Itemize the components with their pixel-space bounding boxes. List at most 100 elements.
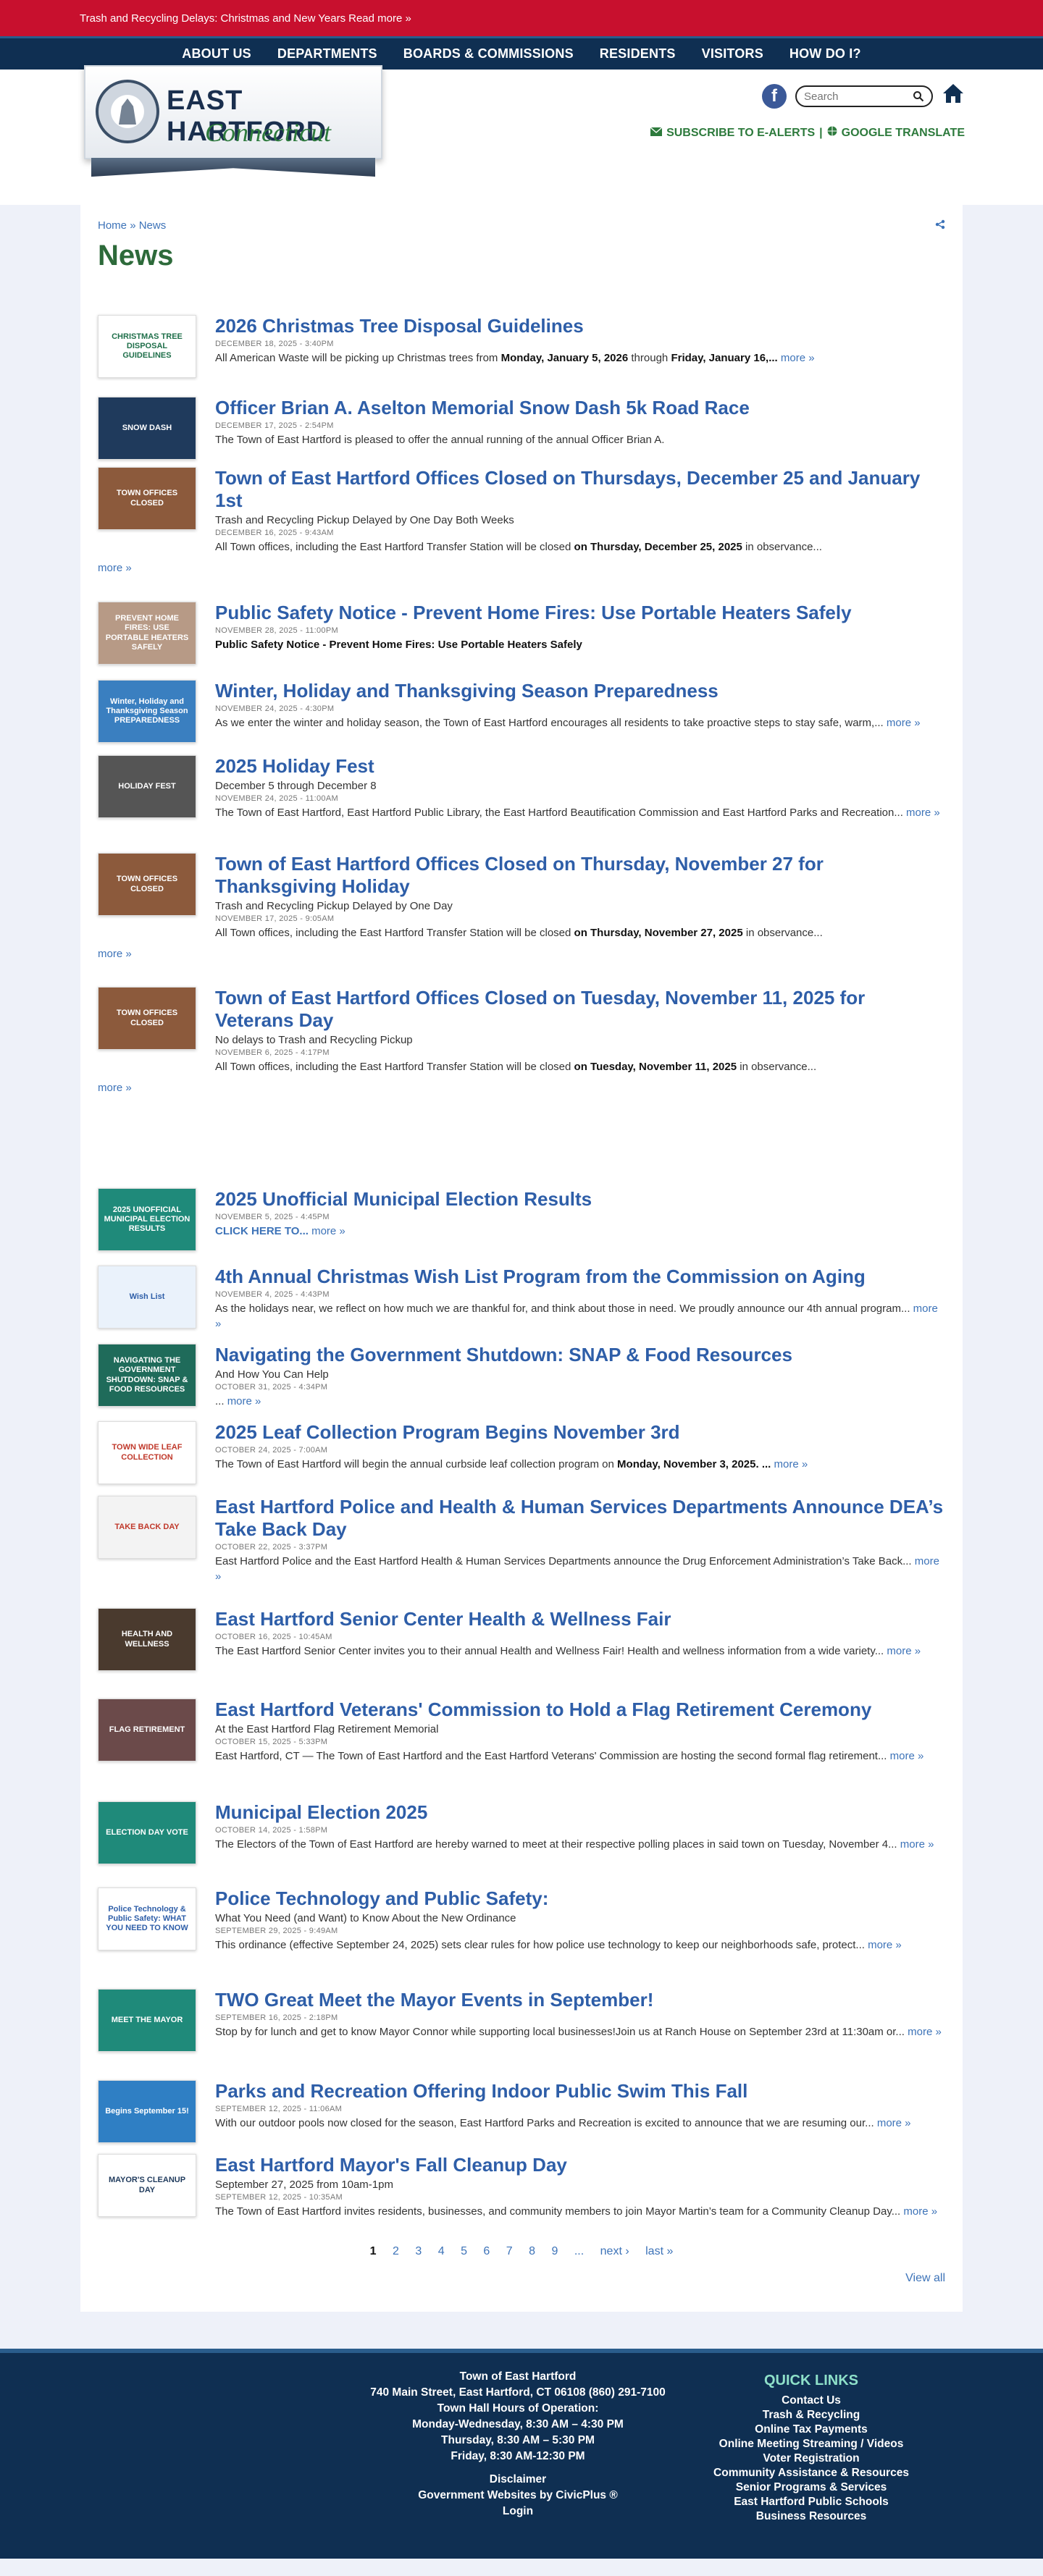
news-title-link[interactable]: Police Technology and Public Safety: <box>215 1887 945 1910</box>
breadcrumb-news[interactable]: News <box>139 219 167 232</box>
news-more-link[interactable]: more » <box>774 1458 808 1470</box>
news-teaser-link[interactable]: CLICK HERE TO... <box>215 1225 309 1237</box>
news-thumbnail[interactable]: TOWN OFFICES CLOSED <box>98 467 196 530</box>
quick-link-senior-programs[interactable]: Senior Programs & Services <box>703 2480 920 2495</box>
quick-link-voter-registration[interactable]: Voter Registration <box>703 2451 920 2466</box>
page-9[interactable]: 9 <box>552 2245 558 2257</box>
quick-link-contact-us[interactable]: Contact Us <box>703 2394 920 2408</box>
nav-how-do-i[interactable]: HOW DO I? <box>776 46 874 62</box>
footer-login-link[interactable]: Login <box>340 2504 695 2520</box>
page-8[interactable]: 8 <box>529 2245 535 2257</box>
news-more-link[interactable]: more » <box>887 1645 921 1657</box>
page-3[interactable]: 3 <box>415 2245 422 2257</box>
news-date: SEPTEMBER 12, 2025 - 10:35AM <box>215 2193 343 2202</box>
news-teaser-text: The Town of East Hartford is pleased to … <box>215 434 665 446</box>
news-title-link[interactable]: 4th Annual Christmas Wish List Program f… <box>215 1266 945 1288</box>
last-page-link[interactable]: last » <box>645 2245 673 2257</box>
quick-link-trash-recycling[interactable]: Trash & Recycling <box>703 2408 920 2423</box>
news-more-link[interactable]: more » <box>868 1939 902 1951</box>
news-more-link[interactable]: more » <box>906 807 940 819</box>
news-title-link[interactable]: Public Safety Notice - Prevent Home Fire… <box>215 602 945 624</box>
news-more-link[interactable]: more » <box>311 1225 345 1237</box>
quick-link-community-assistance[interactable]: Community Assistance & Resources <box>703 2466 920 2480</box>
news-thumbnail[interactable]: NAVIGATING THE GOVERNMENT SHUTDOWN: SNAP… <box>98 1344 196 1407</box>
news-more-link[interactable]: more » <box>227 1395 261 1407</box>
page-4[interactable]: 4 <box>438 2245 445 2257</box>
news-thumbnail[interactable]: FLAG RETIREMENT <box>98 1699 196 1761</box>
news-thumbnail[interactable]: TOWN OFFICES CLOSED <box>98 987 196 1050</box>
news-more-link[interactable]: more » <box>98 1082 132 1094</box>
subscribe-e-alerts-link[interactable]: SUBSCRIBE TO E-ALERTS <box>666 127 815 140</box>
news-title-link[interactable]: 2025 Unofficial Municipal Election Resul… <box>215 1188 945 1211</box>
news-title-link[interactable]: East Hartford Senior Center Health & Wel… <box>215 1608 945 1630</box>
page-7[interactable]: 7 <box>506 2245 513 2257</box>
news-title-link[interactable]: Winter, Holiday and Thanksgiving Season … <box>215 680 945 702</box>
quick-link-online-tax-payments[interactable]: Online Tax Payments <box>703 2423 920 2437</box>
google-translate-link[interactable]: GOOGLE TRANSLATE <box>842 127 965 140</box>
page-2[interactable]: 2 <box>393 2245 399 2257</box>
page-6[interactable]: 6 <box>483 2245 490 2257</box>
news-more-link[interactable]: more » <box>877 2117 911 2129</box>
news-title-link[interactable]: East Hartford Veterans' Commission to Ho… <box>215 1699 945 1721</box>
news-thumbnail[interactable]: Winter, Holiday and Thanksgiving Season … <box>98 680 196 743</box>
news-title-link[interactable]: Town of East Hartford Offices Closed on … <box>215 987 945 1032</box>
news-title-link[interactable]: East Hartford Police and Health & Human … <box>215 1496 945 1541</box>
view-all-link[interactable]: View all <box>905 2272 945 2285</box>
news-thumbnail[interactable]: PREVENT HOME FIRES: USE PORTABLE HEATERS… <box>98 602 196 665</box>
nav-residents[interactable]: RESIDENTS <box>587 46 689 62</box>
footer-civicplus-link[interactable]: Government Websites by CivicPlus ® <box>340 2488 695 2504</box>
news-more-link[interactable]: more » <box>890 1750 924 1762</box>
news-title-link[interactable]: Municipal Election 2025 <box>215 1801 945 1824</box>
breadcrumb-home[interactable]: Home <box>98 219 127 232</box>
news-thumbnail[interactable]: Begins September 15! <box>98 2080 196 2143</box>
news-title-link[interactable]: 2026 Christmas Tree Disposal Guidelines <box>215 315 945 337</box>
alert-read-more-link[interactable]: Read more » <box>348 12 411 25</box>
quick-link-public-schools[interactable]: East Hartford Public Schools <box>703 2495 920 2509</box>
nav-boards-commissions[interactable]: BOARDS & COMMISSIONS <box>390 46 587 62</box>
news-more-link[interactable]: more » <box>887 717 921 729</box>
news-teaser-bold: Monday, January 5, 2026 <box>500 352 629 364</box>
share-icon[interactable] <box>935 219 945 232</box>
news-thumbnail[interactable]: 2025 UNOFFICIAL MUNICIPAL ELECTION RESUL… <box>98 1188 196 1251</box>
facebook-icon[interactable]: f <box>762 84 787 109</box>
news-thumbnail[interactable]: ELECTION DAY VOTE <box>98 1801 196 1864</box>
news-thumbnail[interactable]: CHRISTMAS TREE DISPOSAL GUIDELINES <box>98 315 196 378</box>
news-title-link[interactable]: Town of East Hartford Offices Closed on … <box>215 467 945 512</box>
news-more-link[interactable]: more » <box>98 562 132 574</box>
news-more-link[interactable]: more » <box>900 1838 934 1851</box>
news-title-link[interactable]: Navigating the Government Shutdown: SNAP… <box>215 1344 945 1366</box>
news-thumbnail[interactable]: TOWN WIDE LEAF COLLECTION <box>98 1421 196 1484</box>
site-logo[interactable]: EAST HARTFORD Connecticut <box>84 65 382 185</box>
news-thumbnail[interactable]: SNOW DASH <box>98 397 196 460</box>
news-more-link[interactable]: more » <box>781 352 815 364</box>
news-title-link[interactable]: Officer Brian A. Aselton Memorial Snow D… <box>215 397 945 419</box>
quick-link-meeting-streaming[interactable]: Online Meeting Streaming / Videos <box>703 2437 920 2451</box>
nav-about-us[interactable]: ABOUT US <box>169 46 264 62</box>
news-thumbnail[interactable]: Police Technology & Public Safety: WHAT … <box>98 1887 196 1950</box>
search-icon[interactable] <box>913 91 924 102</box>
news-thumbnail[interactable]: TAKE BACK DAY <box>98 1496 196 1559</box>
news-title-link[interactable]: Parks and Recreation Offering Indoor Pub… <box>215 2080 945 2103</box>
news-more-link[interactable]: more » <box>908 2026 942 2038</box>
search-input[interactable] <box>804 90 905 103</box>
news-thumbnail[interactable]: MEET THE MAYOR <box>98 1989 196 2052</box>
news-more-link[interactable]: more » <box>98 948 132 960</box>
news-more-link[interactable]: more » <box>903 2205 937 2218</box>
news-thumbnail[interactable]: Wish List <box>98 1266 196 1329</box>
news-title-link[interactable]: 2025 Holiday Fest <box>215 755 945 778</box>
news-title-link[interactable]: Town of East Hartford Offices Closed on … <box>215 853 945 898</box>
news-thumbnail[interactable]: MAYOR'S CLEANUP DAY <box>98 2154 196 2217</box>
news-thumbnail[interactable]: HOLIDAY FEST <box>98 755 196 818</box>
nav-visitors[interactable]: VISITORS <box>689 46 776 62</box>
news-thumbnail[interactable]: HEALTH AND WELLNESS <box>98 1608 196 1671</box>
news-title-link[interactable]: 2025 Leaf Collection Program Begins Nove… <box>215 1421 945 1444</box>
news-title-link[interactable]: East Hartford Mayor's Fall Cleanup Day <box>215 2154 945 2176</box>
next-page-link[interactable]: next › <box>600 2245 629 2257</box>
footer-disclaimer-link[interactable]: Disclaimer <box>340 2472 695 2488</box>
quick-link-business-resources[interactable]: Business Resources <box>703 2509 920 2524</box>
home-icon[interactable] <box>942 83 965 110</box>
news-title-link[interactable]: TWO Great Meet the Mayor Events in Septe… <box>215 1989 945 2011</box>
news-thumbnail[interactable]: TOWN OFFICES CLOSED <box>98 853 196 916</box>
nav-departments[interactable]: DEPARTMENTS <box>264 46 390 62</box>
page-5[interactable]: 5 <box>461 2245 467 2257</box>
